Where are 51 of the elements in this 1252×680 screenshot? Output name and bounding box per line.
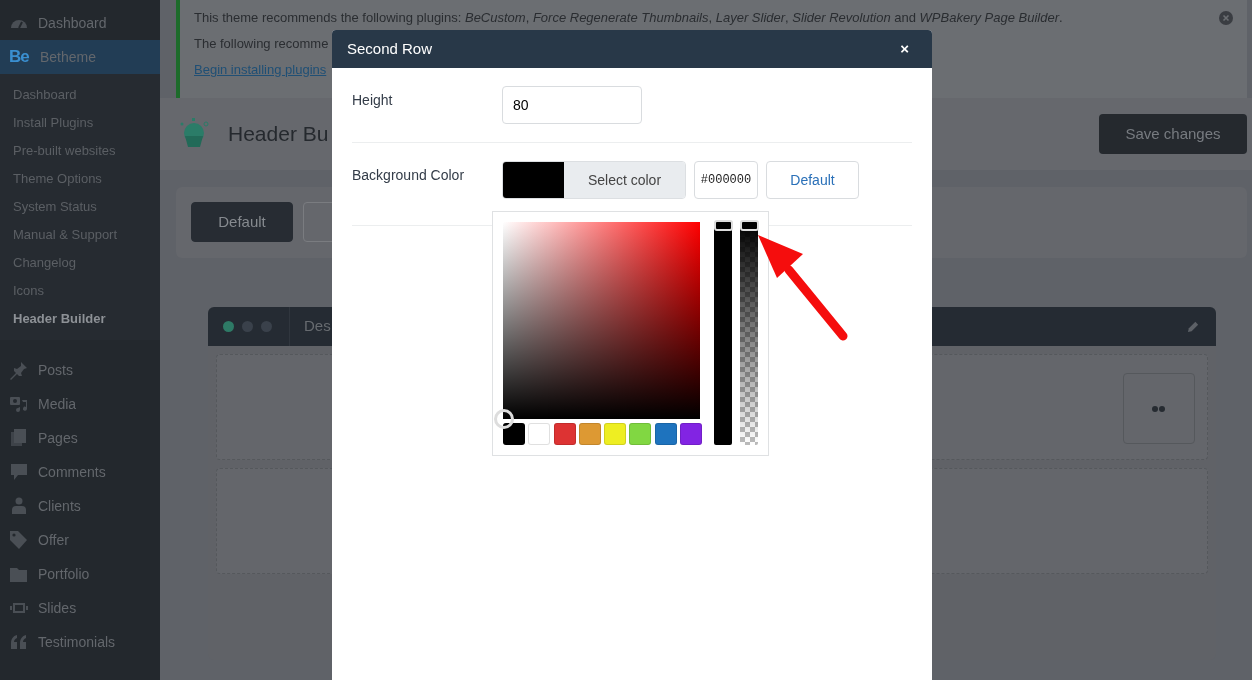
color-select-button[interactable]: Select color [502, 161, 686, 199]
sidebar-item[interactable]: Clients [0, 489, 160, 523]
quote-icon [9, 632, 29, 652]
card-title: Des [303, 316, 331, 337]
dots-icon [1151, 404, 1167, 413]
sidebar-item[interactable]: Dashboard [0, 6, 160, 40]
palette-swatch[interactable] [629, 423, 652, 445]
notice-text: The following recomme [194, 36, 329, 51]
notice-text: This theme recommends the following plugins: BeCustom, Force Regenerate Thumbnails, Layer Slider, Slider Revolution and WPBakery Page Builder. [194, 10, 1063, 25]
opacity-slider[interactable] [740, 222, 758, 445]
saturation-field[interactable] [503, 222, 700, 419]
speech-bubble-icon [9, 462, 29, 482]
palette-swatch[interactable] [528, 423, 551, 445]
pages-icon [9, 428, 29, 448]
save-button[interactable]: Save changes [1099, 114, 1247, 154]
page-title: Header Bu [228, 121, 329, 148]
sidebar-item[interactable]: Portfolio [0, 557, 160, 591]
field-label: Background Color [352, 166, 466, 185]
palette-swatch[interactable] [553, 423, 576, 445]
sidebar-item[interactable]: Media [0, 387, 160, 421]
hex-field[interactable]: #000000 [694, 161, 758, 199]
slider-thumb[interactable] [714, 220, 733, 231]
palette-swatch[interactable] [503, 423, 525, 445]
close-button[interactable]: × [892, 37, 917, 61]
palette-swatch[interactable] [679, 423, 702, 445]
person-icon [9, 496, 29, 516]
sidebar-item[interactable]: Be Betheme [0, 40, 160, 74]
slider-thumb[interactable] [740, 220, 759, 231]
sidebar-item[interactable]: Testimonials [0, 625, 160, 659]
palette-swatch[interactable] [604, 423, 627, 445]
sidebar-item[interactable]: Offer [0, 523, 160, 557]
default-button[interactable]: Default [766, 161, 859, 199]
sidebar-item[interactable]: Pages [0, 421, 160, 455]
modal-title: Second Row [347, 38, 433, 59]
sidebar-item[interactable]: Posts [0, 353, 160, 387]
pin-icon [9, 360, 29, 380]
brand-logo: Be [9, 46, 30, 69]
sidebar-item[interactable]: Slides [0, 591, 160, 625]
palette-swatch[interactable] [654, 423, 677, 445]
install-link[interactable]: Begin installing plugins [194, 62, 327, 77]
tag-icon [9, 530, 29, 550]
sidebar-item[interactable]: Comments [0, 455, 160, 489]
submenu-item[interactable]: Header Builder [0, 305, 160, 333]
height-field[interactable]: 80 [502, 86, 642, 124]
media-icon [9, 394, 29, 414]
palette-swatch[interactable] [578, 423, 601, 445]
pencil-icon [1187, 320, 1200, 333]
field-label: Height [352, 91, 394, 110]
hue-slider[interactable] [714, 222, 732, 445]
tab-button[interactable]: Default [191, 202, 293, 242]
color-swatch [503, 162, 564, 198]
